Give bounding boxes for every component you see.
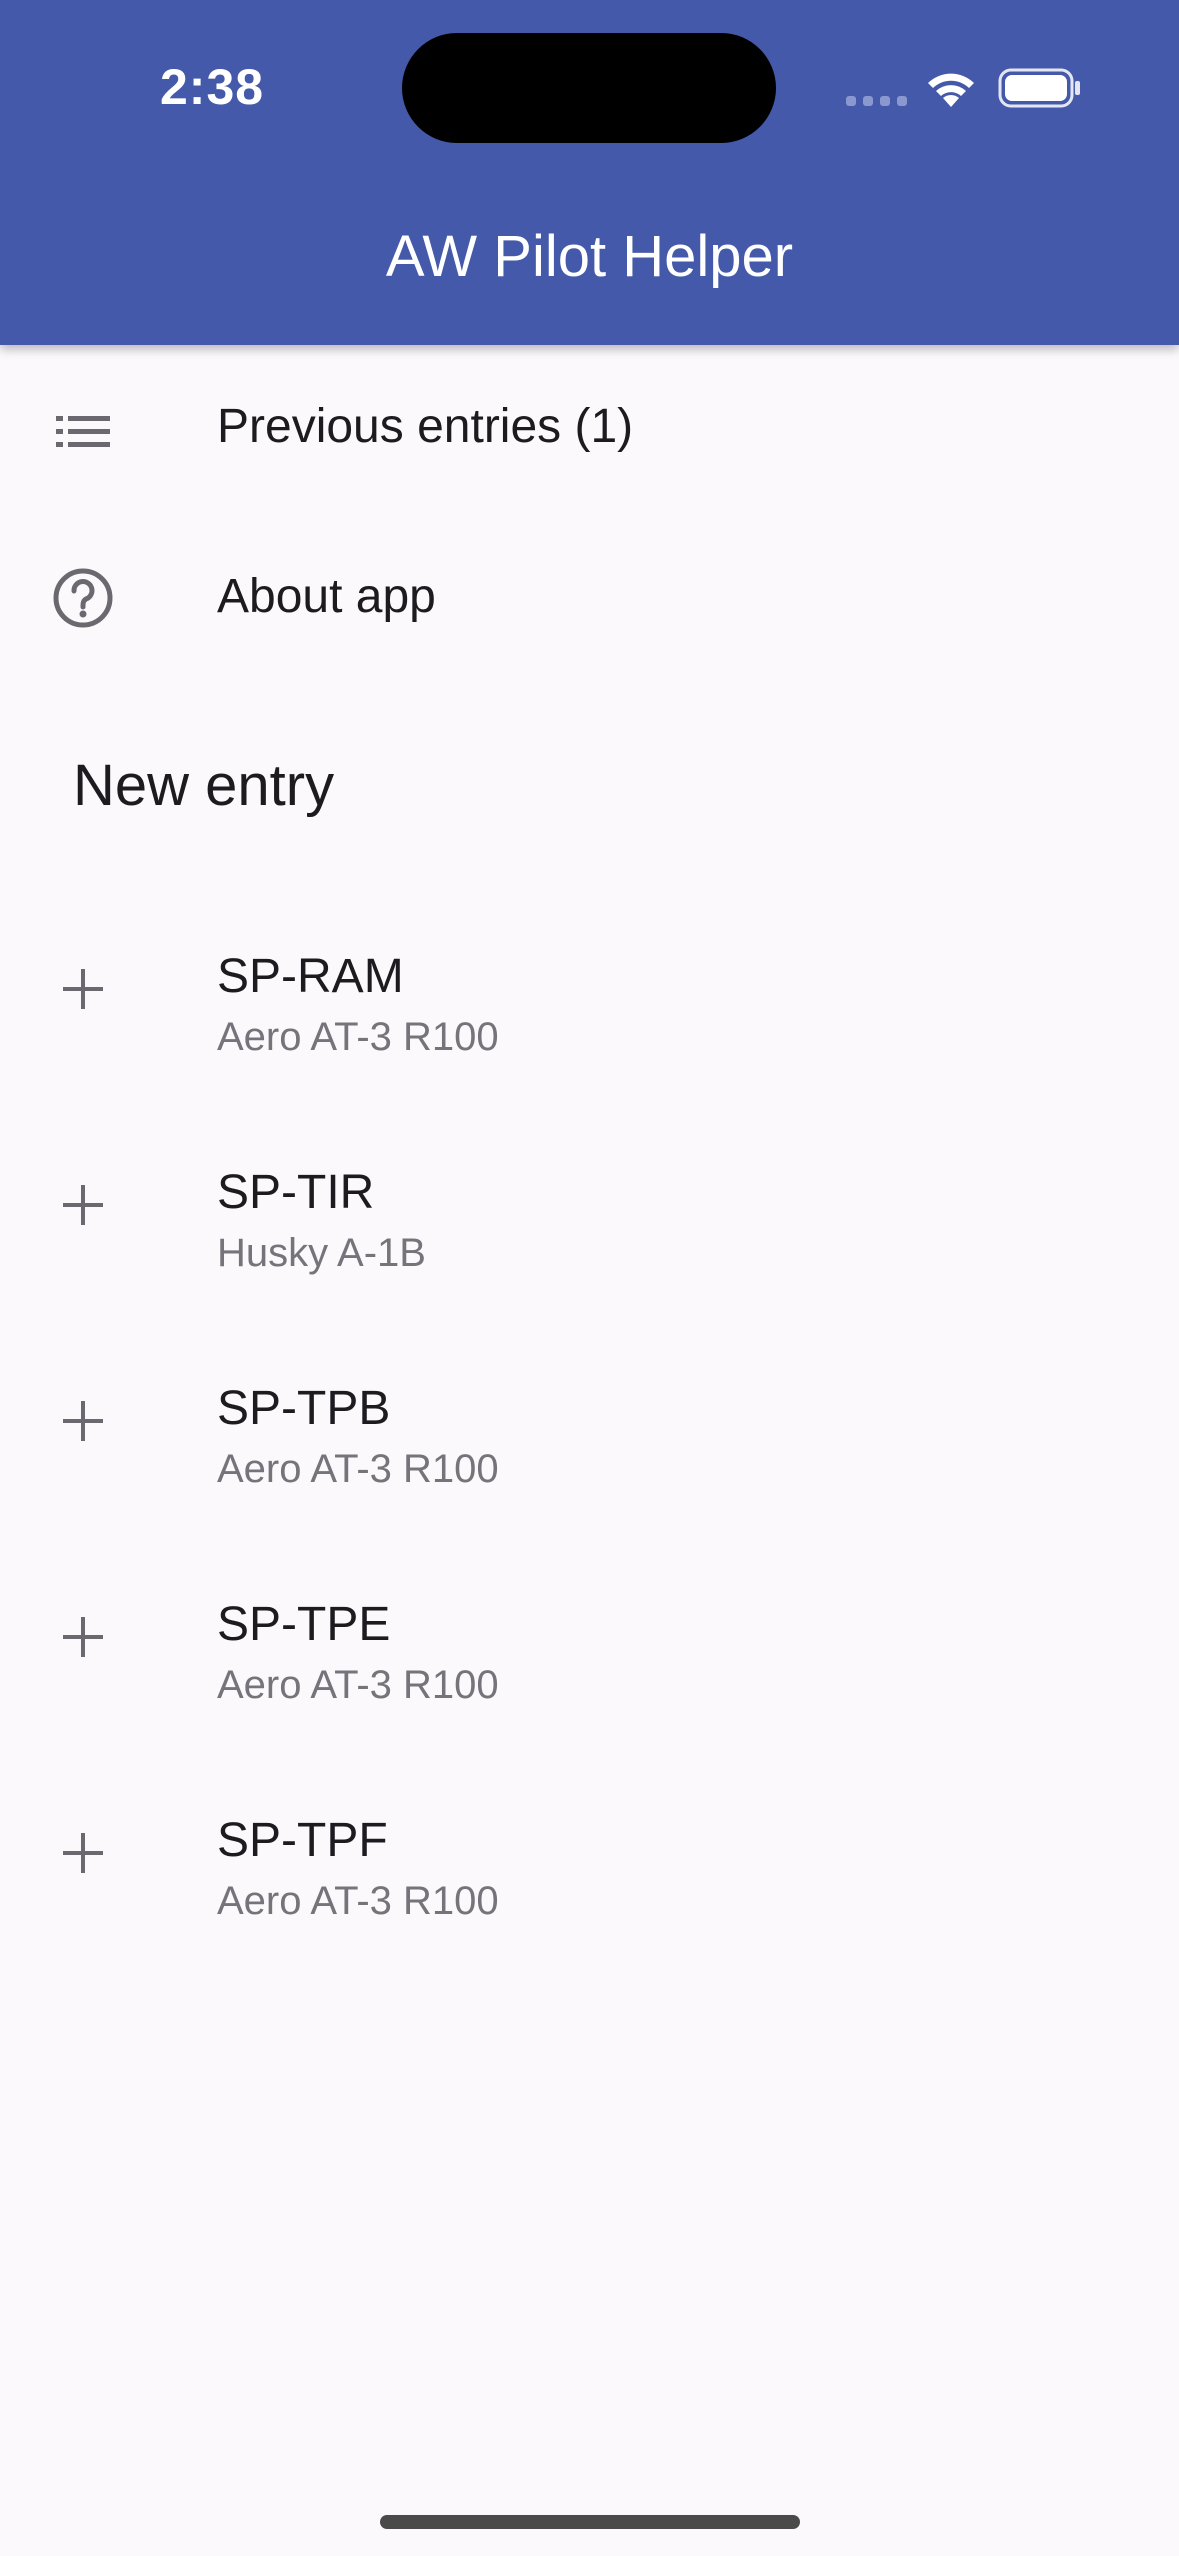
aircraft-model: Aero AT-3 R100 (217, 1447, 499, 1491)
list-icon (56, 416, 110, 447)
about-app-item[interactable]: About app (0, 515, 1179, 685)
aircraft-registration: SP-TPE (217, 1598, 391, 1651)
plus-icon (63, 969, 103, 1009)
aircraft-registration: SP-TIR (217, 1166, 375, 1219)
plus-icon (63, 1185, 103, 1225)
new-entry-heading: New entry (73, 753, 335, 818)
home-indicator[interactable] (380, 2515, 800, 2529)
about-app-label: About app (217, 570, 436, 623)
app-title: AW Pilot Helper (385, 224, 794, 289)
previous-entries-label: Previous entries (1) (217, 400, 634, 453)
status-time: 2:38 (160, 59, 265, 115)
aircraft-registration: SP-TPF (217, 1814, 388, 1867)
wifi-icon (928, 73, 974, 107)
aircraft-model: Aero AT-3 R100 (217, 1879, 499, 1923)
plus-icon (63, 1833, 103, 1873)
app-bar: 2:38 AW Pilot Helper (0, 0, 1179, 345)
aircraft-model: Aero AT-3 R100 (217, 1015, 499, 1059)
cellular-signal-icon (846, 96, 907, 106)
battery-icon (998, 68, 1080, 108)
aircraft-list-item[interactable]: SP-TPF Aero AT-3 R100 (0, 1764, 1179, 1980)
plus-icon (63, 1401, 103, 1441)
aircraft-list-item[interactable]: SP-TPB Aero AT-3 R100 (0, 1332, 1179, 1548)
aircraft-list-item[interactable]: SP-TPE Aero AT-3 R100 (0, 1548, 1179, 1764)
aircraft-list-item[interactable]: SP-TIR Husky A-1B (0, 1116, 1179, 1332)
aircraft-model: Aero AT-3 R100 (217, 1663, 499, 1707)
help-circle-icon (53, 568, 113, 628)
aircraft-registration: SP-RAM (217, 950, 404, 1003)
aircraft-list-item[interactable]: SP-RAM Aero AT-3 R100 (0, 900, 1179, 1116)
previous-entries-item[interactable]: Previous entries (1) (0, 345, 1179, 515)
dynamic-island (402, 33, 776, 143)
plus-icon (63, 1617, 103, 1657)
aircraft-model: Husky A-1B (217, 1231, 426, 1275)
aircraft-registration: SP-TPB (217, 1382, 391, 1435)
